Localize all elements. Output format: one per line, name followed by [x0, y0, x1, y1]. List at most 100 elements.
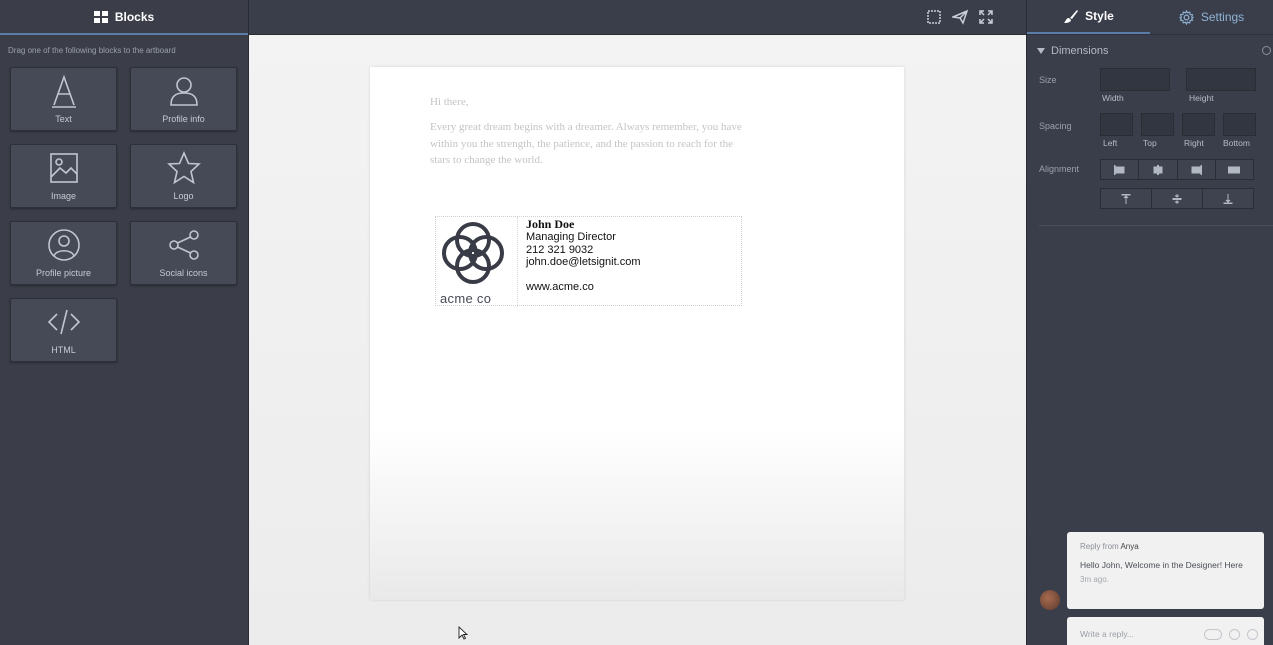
artboard-area: Hi there, Every great dream begins with … [249, 35, 1026, 645]
align-left-icon [1113, 164, 1125, 175]
block-label: Social icons [159, 268, 208, 278]
chat-from-prefix: Reply from [1080, 542, 1119, 551]
tab-style[interactable]: Style [1027, 0, 1150, 34]
blocks-title: Blocks [114, 9, 155, 24]
emoji-icon[interactable] [1229, 629, 1240, 640]
block-text[interactable]: Text [10, 67, 117, 131]
blocks-panel: Blocks Drag one of the following blocks … [0, 0, 249, 645]
text-icon [51, 74, 76, 108]
signature-info[interactable]: John Doe Managing Director 212 321 9032 … [526, 218, 641, 294]
spacing-left-input[interactable] [1100, 113, 1133, 136]
grid-icon [93, 10, 108, 23]
alignment-label: Alignment [1039, 164, 1080, 174]
message-text[interactable]: Every great dream begins with a dreamer.… [430, 119, 750, 169]
tab-settings-label: Settings [1200, 10, 1245, 24]
chat-message-text: Hello John, Welcome in the Designer! Her… [1080, 560, 1243, 570]
align-top-icon [1121, 193, 1131, 204]
dimensions-section-header[interactable]: Dimensions [1027, 35, 1273, 67]
canvas-toolbar [249, 0, 1026, 35]
blocks-header[interactable]: Blocks [0, 0, 248, 35]
attachment-icon[interactable] [1247, 629, 1258, 640]
chat-from: Reply from Anya [1080, 542, 1251, 551]
spacing-label: Spacing [1039, 121, 1072, 131]
block-label: Logo [173, 191, 194, 201]
spacing-top-input[interactable] [1141, 113, 1174, 136]
block-image[interactable]: Image [10, 144, 117, 208]
chat-message-card[interactable]: Reply from Anya Hello John, Welcome in t… [1067, 532, 1264, 609]
tab-settings[interactable]: Settings [1150, 0, 1273, 34]
height-label: Height [1189, 93, 1214, 103]
block-label: Text [55, 114, 72, 124]
align-center-button[interactable] [1139, 160, 1178, 179]
chat-reply-input[interactable]: Write a reply... [1067, 617, 1264, 645]
star-icon [166, 151, 201, 185]
company-logo[interactable]: acme co [437, 217, 517, 307]
signature-name: John Doe [526, 217, 575, 231]
mouse-cursor-icon [458, 626, 468, 640]
logo-mark-icon [442, 222, 504, 284]
align-bottom-button[interactable] [1203, 189, 1253, 208]
email-artboard[interactable]: Hi there, Every great dream begins with … [370, 67, 904, 600]
align-middle-button[interactable] [1152, 189, 1203, 208]
align-center-icon [1153, 164, 1163, 175]
spacing-right-label: Right [1184, 138, 1204, 148]
company-name: acme co [440, 291, 492, 306]
gear-icon [1178, 9, 1194, 25]
profile-circle-icon [47, 229, 80, 261]
block-social-icons[interactable]: Social icons [130, 221, 237, 285]
signature-divider [517, 217, 518, 307]
signature-email[interactable]: john.doe@letsignit.com [526, 256, 641, 269]
align-left-button[interactable] [1101, 160, 1140, 179]
spacing-right-input[interactable] [1182, 113, 1215, 136]
signature-website[interactable]: www.acme.co [526, 281, 641, 294]
tab-style-label: Style [1085, 9, 1114, 23]
block-profile-picture[interactable]: Profile picture [10, 221, 117, 285]
select-frame-icon[interactable] [926, 9, 942, 25]
panel-divider [1039, 225, 1273, 226]
info-icon[interactable] [1262, 46, 1271, 55]
block-label: Image [50, 191, 76, 201]
align-middle-icon [1172, 193, 1182, 204]
spacing-bottom-input[interactable] [1223, 113, 1256, 136]
horizontal-alignment-group [1100, 159, 1254, 180]
gif-icon[interactable] [1204, 629, 1222, 640]
spacing-top-label: Top [1143, 138, 1157, 148]
align-justify-button[interactable] [1216, 160, 1253, 179]
signature-title: Managing Director [526, 230, 616, 243]
vertical-alignment-group [1100, 188, 1254, 209]
spacing-bottom-label: Bottom [1223, 138, 1250, 148]
code-icon [47, 309, 80, 335]
dimensions-title: Dimensions [1051, 45, 1109, 57]
align-top-button[interactable] [1101, 189, 1152, 208]
block-logo[interactable]: Logo [130, 144, 237, 208]
spacing-left-label: Left [1103, 138, 1118, 148]
align-right-button[interactable] [1178, 160, 1216, 179]
chat-avatar[interactable] [1040, 590, 1060, 610]
block-html[interactable]: HTML [10, 298, 117, 362]
height-input[interactable] [1186, 68, 1256, 91]
chat-from-name: Anya [1120, 542, 1139, 551]
chat-timestamp: 3m ago. [1080, 574, 1109, 584]
brush-icon [1064, 9, 1079, 23]
send-icon[interactable] [950, 9, 969, 25]
share-icon [168, 230, 199, 260]
align-justify-icon [1228, 166, 1241, 173]
align-bottom-icon [1223, 193, 1233, 204]
block-label: HTML [51, 345, 76, 355]
fullscreen-icon[interactable] [978, 9, 994, 25]
width-label: Width [1102, 93, 1124, 103]
block-label: Profile picture [35, 268, 92, 278]
size-label: Size [1039, 75, 1057, 85]
align-right-icon [1191, 164, 1203, 175]
user-icon [169, 77, 198, 106]
image-icon [49, 153, 78, 183]
greeting-text[interactable]: Hi there, [430, 96, 468, 108]
signature-block[interactable]: acme co John Doe Managing Director 212 3… [435, 216, 742, 307]
width-input[interactable] [1100, 68, 1170, 91]
blocks-hint: Drag one of the following blocks to the … [8, 46, 176, 55]
chat-reply-placeholder: Write a reply... [1080, 629, 1135, 639]
collapse-triangle-icon [1037, 48, 1045, 54]
signature-phone: 212 321 9032 [526, 243, 594, 256]
block-profile-info[interactable]: Profile info [130, 67, 237, 131]
block-label: Profile info [162, 114, 205, 124]
